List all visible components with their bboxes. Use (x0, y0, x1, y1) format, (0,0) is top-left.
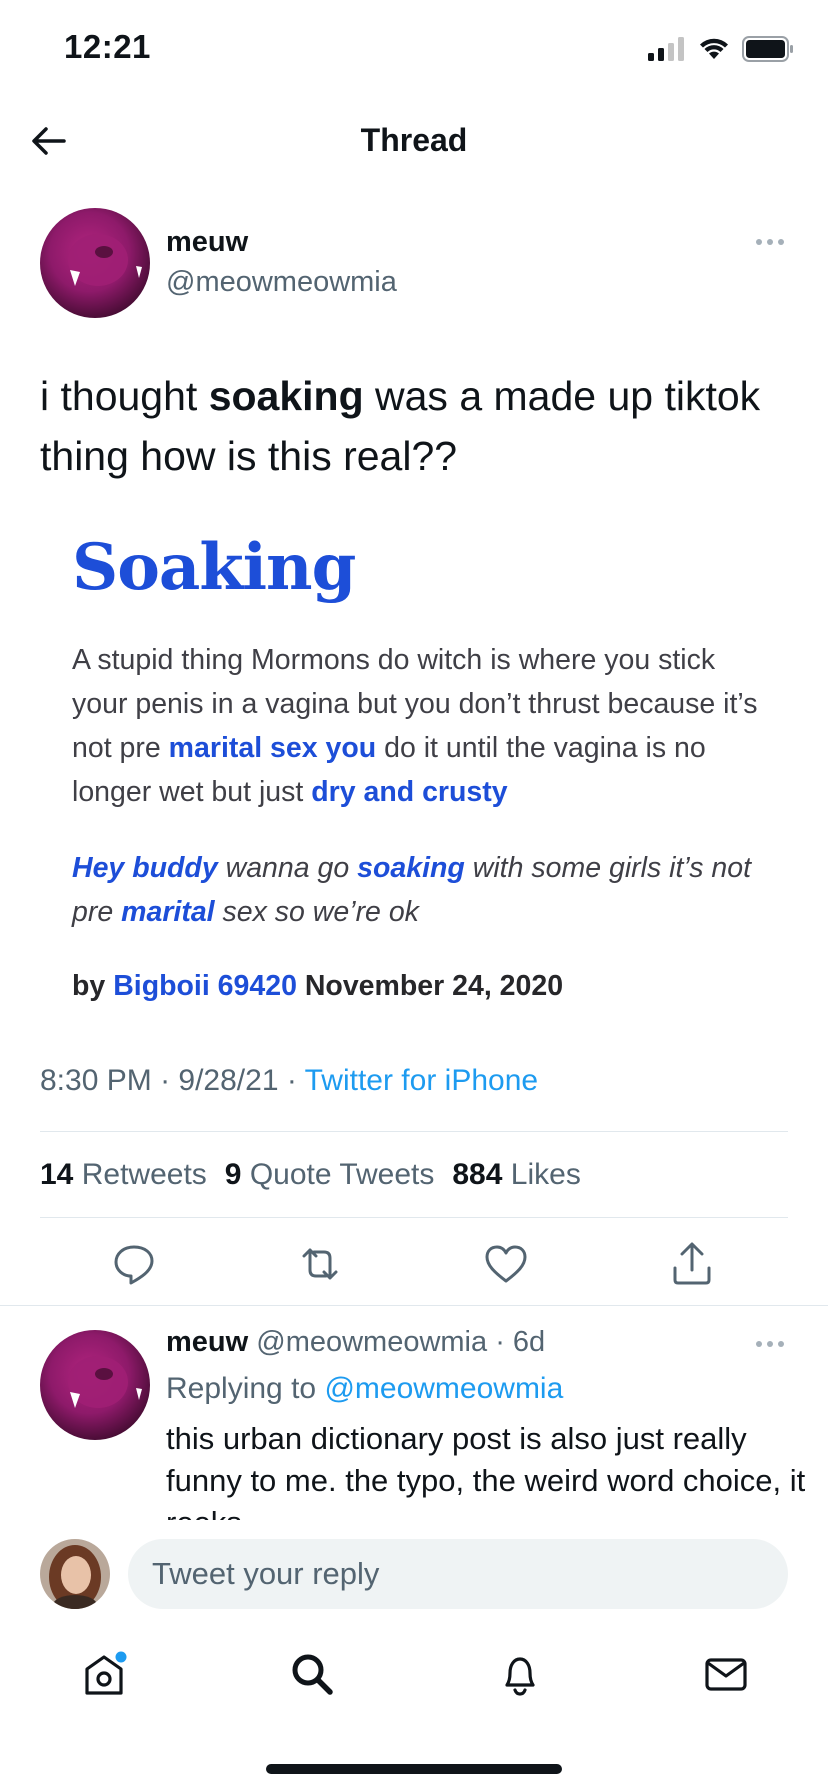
tweet-date: 9/28/21 (178, 1064, 279, 1097)
retweet-icon[interactable] (292, 1236, 348, 1292)
ud-ex-part-1: wanna go (217, 852, 358, 884)
ud-ex-link-1: Hey buddy (72, 852, 218, 884)
quotes-count: 9 (224, 1158, 242, 1191)
tweet-actions (0, 1236, 828, 1292)
reply-author-avatar[interactable] (40, 1330, 150, 1440)
ud-author: Bigboii 69420 (113, 970, 297, 1002)
status-time: 12:21 (64, 28, 151, 65)
replying-mention[interactable]: @meowmeowmia (324, 1372, 563, 1405)
reply-text-container: this urban dictionary post is also just … (166, 1418, 806, 1520)
tweet-stats: 14 Retweets 9 Quote Tweets 884 Likes (40, 1158, 581, 1192)
ud-word: Soaking (72, 530, 356, 605)
nav-bar: Thread (0, 100, 828, 180)
divider (0, 1305, 828, 1306)
status-icons (648, 36, 794, 62)
tweet-text-bold: soaking (208, 373, 364, 419)
reply-header: meuw @meowmeowmia · 6d (166, 1326, 546, 1358)
wifi-icon (700, 38, 728, 59)
likes-count: 884 (452, 1158, 503, 1191)
tab-bar (0, 1630, 828, 1720)
replying-to: Replying to @meowmeowmia (166, 1372, 563, 1406)
ud-byline: by Bigboii 69420 November 24, 2020 (72, 970, 563, 1003)
home-icon[interactable] (78, 1648, 130, 1700)
like-icon[interactable] (478, 1236, 534, 1292)
quotes-stat[interactable]: 9 Quote Tweets (225, 1158, 435, 1192)
ud-ex-link-3: marital (121, 896, 215, 928)
reply-age: 6d (512, 1326, 546, 1358)
tweet-meta: 8:30 PM · 9/28/21 · Twitter for iPhone (40, 1064, 539, 1097)
tweet-time: 8:30 PM (40, 1064, 152, 1097)
ud-example: Hey buddy wanna go soaking with some gir… (72, 846, 772, 934)
status-bar: 12:21 (0, 0, 828, 100)
retweets-stat[interactable]: 14 Retweets (40, 1158, 207, 1192)
battery-icon (742, 36, 793, 62)
author-handle[interactable]: @meowmeowmia (166, 266, 397, 299)
divider (40, 1217, 788, 1218)
replying-label: Replying to (166, 1372, 325, 1405)
search-icon[interactable] (286, 1648, 338, 1700)
author-avatar[interactable] (40, 208, 150, 318)
messages-icon[interactable] (700, 1648, 752, 1700)
divider (40, 1131, 788, 1132)
ud-def-link-1: marital sex you (168, 732, 377, 764)
likes-stat[interactable]: 884 Likes (452, 1158, 580, 1192)
likes-label: Likes (510, 1158, 581, 1191)
ud-ex-link-2: soaking (357, 852, 465, 884)
home-indicator (266, 1764, 562, 1774)
quotes-label: Quote Tweets (249, 1158, 435, 1191)
reply-more-options-icon[interactable] (754, 1338, 786, 1350)
reply-icon[interactable] (106, 1236, 162, 1292)
tweet-source[interactable]: Twitter for iPhone (305, 1064, 538, 1097)
tweet-media-image[interactable]: Soaking A stupid thing Mormons do witch … (40, 520, 800, 1020)
tweet-text-start: i thought (40, 373, 209, 419)
ud-definition: A stupid thing Mormons do witch is where… (72, 638, 772, 814)
more-options-icon[interactable] (754, 236, 786, 248)
author-name[interactable]: meuw (166, 226, 248, 259)
ud-ex-part-3: sex so we’re ok (214, 896, 419, 928)
ud-def-link-2: dry and crusty (311, 776, 508, 808)
reply-text: this urban dictionary post is also just … (166, 1421, 806, 1520)
ud-by-label: by (72, 970, 114, 1002)
retweets-label: Retweets (81, 1158, 207, 1191)
user-avatar[interactable] (40, 1539, 110, 1609)
reply-input[interactable] (128, 1539, 788, 1609)
notifications-icon[interactable] (494, 1648, 546, 1700)
reply-author-handle[interactable]: @meowmeowmia (256, 1326, 487, 1358)
retweets-count: 14 (40, 1158, 74, 1191)
reply-author-name[interactable]: meuw (166, 1326, 248, 1358)
signal-icon (648, 37, 684, 61)
tweet-text: i thought soaking was a made up tiktok t… (40, 366, 800, 486)
share-icon[interactable] (664, 1236, 720, 1292)
page-title: Thread (360, 122, 468, 158)
ud-date: November 24, 2020 (296, 970, 564, 1002)
